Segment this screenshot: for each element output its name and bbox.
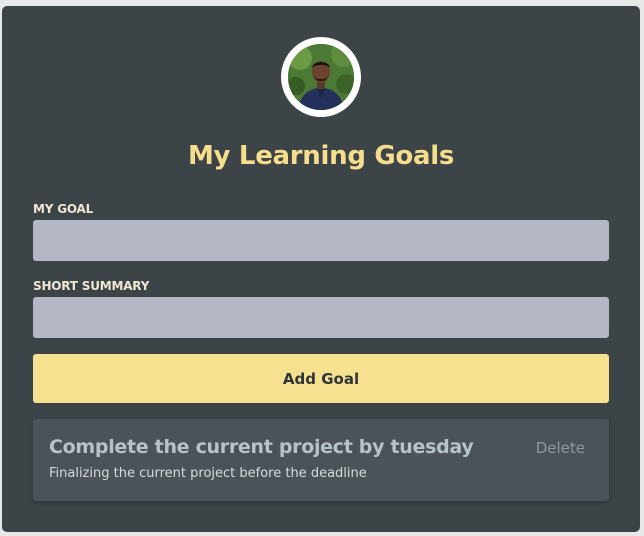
add-goal-button[interactable]: Add Goal (33, 354, 609, 403)
goal-list-item: Complete the current project by tuesday … (33, 419, 609, 501)
summary-input[interactable] (33, 297, 609, 338)
goal-title: Complete the current project by tuesday (49, 436, 474, 458)
page-title: My Learning Goals (187, 141, 455, 171)
user-avatar-icon (288, 44, 354, 110)
goal-field-label: MY GOAL (33, 202, 94, 216)
avatar (288, 44, 354, 110)
summary-field-label: SHORT SUMMARY (33, 279, 150, 293)
avatar-ring (281, 37, 361, 117)
goals-card: My Learning Goals MY GOAL SHORT SUMMARY … (2, 6, 640, 532)
delete-goal-button[interactable]: Delete (536, 439, 585, 457)
goal-summary: Finalizing the current project before th… (49, 466, 367, 481)
goal-input[interactable] (33, 220, 609, 261)
